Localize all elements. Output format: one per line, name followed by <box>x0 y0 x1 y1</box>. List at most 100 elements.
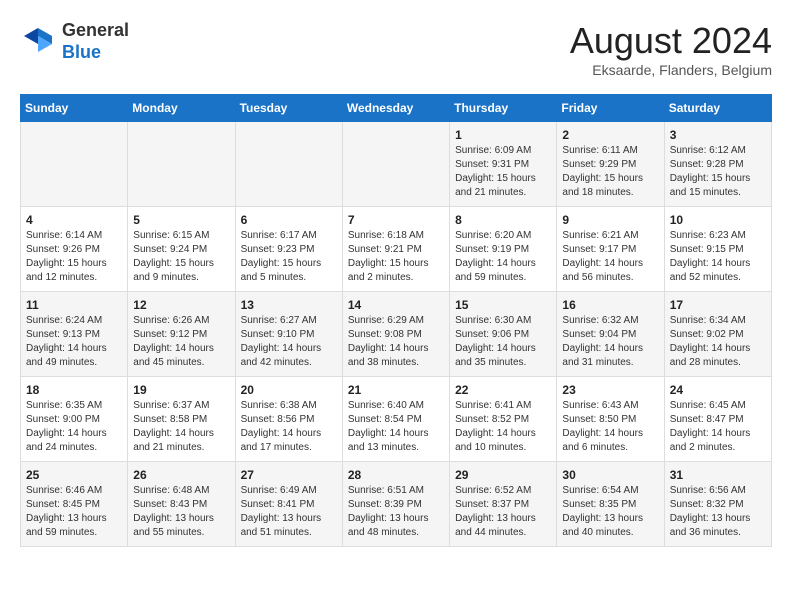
logo-blue: Blue <box>62 42 101 62</box>
calendar-header: SundayMondayTuesdayWednesdayThursdayFrid… <box>21 95 772 122</box>
day-number: 9 <box>562 213 658 227</box>
day-info: Sunrise: 6:18 AM Sunset: 9:21 PM Dayligh… <box>348 229 444 285</box>
day-info: Sunrise: 6:15 AM Sunset: 9:24 PM Dayligh… <box>133 229 229 285</box>
header-monday: Monday <box>128 95 235 122</box>
month-title: August 2024 <box>570 20 772 62</box>
location-subtitle: Eksaarde, Flanders, Belgium <box>570 62 772 78</box>
calendar-table: SundayMondayTuesdayWednesdayThursdayFrid… <box>20 94 772 547</box>
day-info: Sunrise: 6:51 AM Sunset: 8:39 PM Dayligh… <box>348 484 444 540</box>
calendar-cell: 1 Sunrise: 6:09 AM Sunset: 9:31 PM Daylig… <box>450 122 557 207</box>
day-number: 19 <box>133 383 229 397</box>
day-number: 30 <box>562 468 658 482</box>
day-info: Sunrise: 6:46 AM Sunset: 8:45 PM Dayligh… <box>26 484 122 540</box>
calendar-cell: 3 Sunrise: 6:12 AM Sunset: 9:28 PM Daylig… <box>664 122 771 207</box>
day-number: 27 <box>241 468 337 482</box>
day-number: 2 <box>562 128 658 142</box>
day-number: 3 <box>670 128 766 142</box>
header-friday: Friday <box>557 95 664 122</box>
day-number: 10 <box>670 213 766 227</box>
day-info: Sunrise: 6:09 AM Sunset: 9:31 PM Dayligh… <box>455 144 551 200</box>
calendar-cell: 26 Sunrise: 6:48 AM Sunset: 8:43 PM Dayli… <box>128 462 235 547</box>
day-info: Sunrise: 6:45 AM Sunset: 8:47 PM Dayligh… <box>670 399 766 455</box>
day-number: 12 <box>133 298 229 312</box>
header-row: SundayMondayTuesdayWednesdayThursdayFrid… <box>21 95 772 122</box>
day-info: Sunrise: 6:52 AM Sunset: 8:37 PM Dayligh… <box>455 484 551 540</box>
title-block: August 2024 Eksaarde, Flanders, Belgium <box>570 20 772 78</box>
day-info: Sunrise: 6:26 AM Sunset: 9:12 PM Dayligh… <box>133 314 229 370</box>
day-number: 28 <box>348 468 444 482</box>
day-number: 5 <box>133 213 229 227</box>
header-tuesday: Tuesday <box>235 95 342 122</box>
day-info: Sunrise: 6:20 AM Sunset: 9:19 PM Dayligh… <box>455 229 551 285</box>
calendar-cell <box>342 122 449 207</box>
calendar-cell: 29 Sunrise: 6:52 AM Sunset: 8:37 PM Dayli… <box>450 462 557 547</box>
day-number: 20 <box>241 383 337 397</box>
day-number: 17 <box>670 298 766 312</box>
day-number: 24 <box>670 383 766 397</box>
day-info: Sunrise: 6:40 AM Sunset: 8:54 PM Dayligh… <box>348 399 444 455</box>
logo-general: General <box>62 20 129 40</box>
day-info: Sunrise: 6:37 AM Sunset: 8:58 PM Dayligh… <box>133 399 229 455</box>
calendar-cell: 17Sunrise: 6:34 AM Sunset: 9:02 PM Dayli… <box>664 292 771 377</box>
week-row-1: 4 Sunrise: 6:14 AM Sunset: 9:26 PM Daylig… <box>21 207 772 292</box>
day-info: Sunrise: 6:12 AM Sunset: 9:28 PM Dayligh… <box>670 144 766 200</box>
day-info: Sunrise: 6:54 AM Sunset: 8:35 PM Dayligh… <box>562 484 658 540</box>
calendar-body: 1 Sunrise: 6:09 AM Sunset: 9:31 PM Daylig… <box>21 122 772 547</box>
day-number: 25 <box>26 468 122 482</box>
day-number: 1 <box>455 128 551 142</box>
day-info: Sunrise: 6:48 AM Sunset: 8:43 PM Dayligh… <box>133 484 229 540</box>
calendar-cell: 4 Sunrise: 6:14 AM Sunset: 9:26 PM Daylig… <box>21 207 128 292</box>
day-number: 29 <box>455 468 551 482</box>
day-info: Sunrise: 6:41 AM Sunset: 8:52 PM Dayligh… <box>455 399 551 455</box>
day-number: 21 <box>348 383 444 397</box>
header-thursday: Thursday <box>450 95 557 122</box>
calendar-cell: 16Sunrise: 6:32 AM Sunset: 9:04 PM Dayli… <box>557 292 664 377</box>
calendar-cell: 27Sunrise: 6:49 AM Sunset: 8:41 PM Dayli… <box>235 462 342 547</box>
day-number: 16 <box>562 298 658 312</box>
calendar-cell: 19 Sunrise: 6:37 AM Sunset: 8:58 PM Dayli… <box>128 377 235 462</box>
day-number: 11 <box>26 298 122 312</box>
day-number: 8 <box>455 213 551 227</box>
header-saturday: Saturday <box>664 95 771 122</box>
day-info: Sunrise: 6:21 AM Sunset: 9:17 PM Dayligh… <box>562 229 658 285</box>
day-info: Sunrise: 6:14 AM Sunset: 9:26 PM Dayligh… <box>26 229 122 285</box>
day-info: Sunrise: 6:29 AM Sunset: 9:08 PM Dayligh… <box>348 314 444 370</box>
day-info: Sunrise: 6:30 AM Sunset: 9:06 PM Dayligh… <box>455 314 551 370</box>
calendar-cell: 23Sunrise: 6:43 AM Sunset: 8:50 PM Dayli… <box>557 377 664 462</box>
day-info: Sunrise: 6:35 AM Sunset: 9:00 PM Dayligh… <box>26 399 122 455</box>
logo-icon <box>20 24 56 60</box>
calendar-cell: 2 Sunrise: 6:11 AM Sunset: 9:29 PM Daylig… <box>557 122 664 207</box>
day-info: Sunrise: 6:43 AM Sunset: 8:50 PM Dayligh… <box>562 399 658 455</box>
calendar-cell: 20 Sunrise: 6:38 AM Sunset: 8:56 PM Dayli… <box>235 377 342 462</box>
day-info: Sunrise: 6:11 AM Sunset: 9:29 PM Dayligh… <box>562 144 658 200</box>
calendar-cell: 9 Sunrise: 6:21 AM Sunset: 9:17 PM Daylig… <box>557 207 664 292</box>
day-number: 6 <box>241 213 337 227</box>
calendar-cell <box>21 122 128 207</box>
calendar-cell: 6Sunrise: 6:17 AM Sunset: 9:23 PM Daylig… <box>235 207 342 292</box>
day-number: 7 <box>348 213 444 227</box>
day-number: 22 <box>455 383 551 397</box>
calendar-cell: 21 Sunrise: 6:40 AM Sunset: 8:54 PM Dayli… <box>342 377 449 462</box>
day-number: 18 <box>26 383 122 397</box>
calendar-cell: 28 Sunrise: 6:51 AM Sunset: 8:39 PM Dayli… <box>342 462 449 547</box>
week-row-4: 25 Sunrise: 6:46 AM Sunset: 8:45 PM Dayli… <box>21 462 772 547</box>
day-info: Sunrise: 6:38 AM Sunset: 8:56 PM Dayligh… <box>241 399 337 455</box>
calendar-cell: 13Sunrise: 6:27 AM Sunset: 9:10 PM Dayli… <box>235 292 342 377</box>
calendar-cell: 5 Sunrise: 6:15 AM Sunset: 9:24 PM Daylig… <box>128 207 235 292</box>
calendar-cell: 14 Sunrise: 6:29 AM Sunset: 9:08 PM Dayli… <box>342 292 449 377</box>
calendar-cell: 30 Sunrise: 6:54 AM Sunset: 8:35 PM Dayli… <box>557 462 664 547</box>
calendar-cell: 10Sunrise: 6:23 AM Sunset: 9:15 PM Dayli… <box>664 207 771 292</box>
day-number: 14 <box>348 298 444 312</box>
calendar-cell <box>128 122 235 207</box>
calendar-cell: 22 Sunrise: 6:41 AM Sunset: 8:52 PM Dayli… <box>450 377 557 462</box>
page-header: General Blue August 2024 Eksaarde, Fland… <box>20 20 772 78</box>
day-number: 4 <box>26 213 122 227</box>
day-info: Sunrise: 6:24 AM Sunset: 9:13 PM Dayligh… <box>26 314 122 370</box>
calendar-cell: 24 Sunrise: 6:45 AM Sunset: 8:47 PM Dayli… <box>664 377 771 462</box>
day-info: Sunrise: 6:27 AM Sunset: 9:10 PM Dayligh… <box>241 314 337 370</box>
calendar-cell: 15Sunrise: 6:30 AM Sunset: 9:06 PM Dayli… <box>450 292 557 377</box>
day-number: 26 <box>133 468 229 482</box>
calendar-cell: 25 Sunrise: 6:46 AM Sunset: 8:45 PM Dayli… <box>21 462 128 547</box>
calendar-cell: 31Sunrise: 6:56 AM Sunset: 8:32 PM Dayli… <box>664 462 771 547</box>
calendar-cell: 18 Sunrise: 6:35 AM Sunset: 9:00 PM Dayli… <box>21 377 128 462</box>
